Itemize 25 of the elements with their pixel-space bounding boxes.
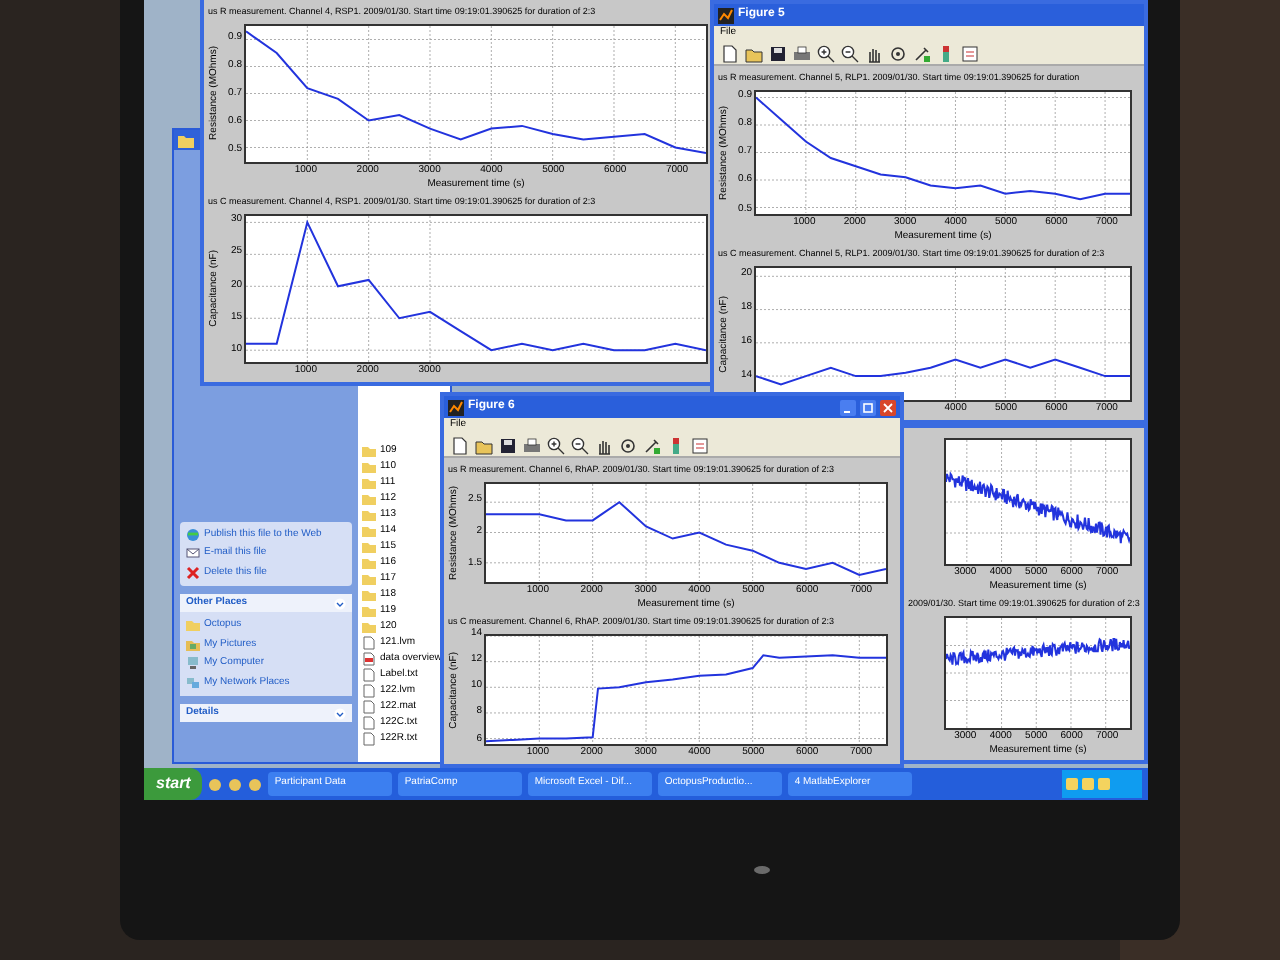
- data-cursor-icon[interactable]: [642, 435, 662, 455]
- save-icon[interactable]: [498, 435, 518, 455]
- maximize-icon[interactable]: [860, 399, 876, 415]
- chevron-icon[interactable]: [334, 707, 346, 719]
- minimize-icon[interactable]: [840, 399, 856, 415]
- zoom-in-icon[interactable]: [546, 435, 566, 455]
- zoom-out-icon[interactable]: [570, 435, 590, 455]
- computer-icon: [186, 656, 200, 671]
- print-icon[interactable]: [792, 43, 812, 63]
- save-icon[interactable]: [768, 43, 788, 63]
- zoom-out-icon[interactable]: [840, 43, 860, 63]
- chevron-icon[interactable]: [334, 597, 346, 609]
- legend-icon[interactable]: [690, 435, 710, 455]
- figure-icon: [718, 7, 734, 23]
- network-icon: [186, 675, 200, 690]
- legend-icon[interactable]: [960, 43, 980, 63]
- envelope-icon: [186, 546, 200, 561]
- figure-icon: [448, 399, 464, 415]
- data-cursor-icon[interactable]: [912, 43, 932, 63]
- delete-icon: [186, 565, 200, 580]
- power-light-icon: [752, 864, 772, 876]
- close-icon[interactable]: [880, 399, 896, 415]
- zoom-in-icon[interactable]: [816, 43, 836, 63]
- start-button[interactable]: start: [144, 768, 203, 800]
- print-icon[interactable]: [522, 435, 542, 455]
